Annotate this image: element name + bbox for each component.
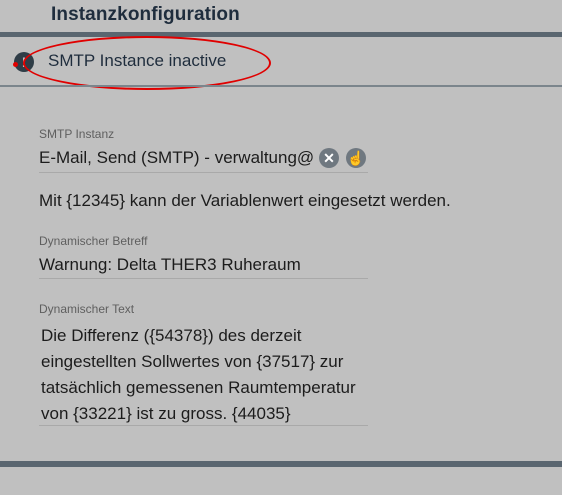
smtp-instance-field[interactable]: E-Mail, Send (SMTP) - verwaltung@i — [39, 148, 315, 168]
body-underline — [39, 425, 368, 426]
body-text-area[interactable]: Die Differenz ({54378}) des derzeit eing… — [41, 323, 371, 427]
page-title: Instanzkonfiguration — [51, 4, 240, 25]
subject-label: Dynamischer Betreff — [39, 234, 148, 248]
subject-underline — [39, 278, 368, 279]
smtp-instance-underline — [39, 172, 368, 173]
pointer-select-icon[interactable]: ☝ — [346, 148, 366, 168]
subject-field[interactable]: Warnung: Delta THER3 Ruheraum — [39, 255, 301, 275]
footer-divider — [0, 461, 562, 467]
body-line: tatsächlich gemessenen Raumtemperatur — [41, 378, 356, 397]
clear-icon[interactable]: ✕ — [319, 148, 339, 168]
body-line: eingestellten Sollwertes von {37517} zur — [41, 352, 344, 371]
header: Instanzkonfiguration — [0, 0, 562, 32]
body-line: Die Differenz ({54378}) des derzeit — [41, 326, 302, 345]
variable-hint: Mit {12345} kann der Variablenwert einge… — [39, 191, 451, 210]
body-label: Dynamischer Text — [39, 302, 135, 316]
status-divider — [0, 85, 562, 87]
smtp-instance-label: SMTP Instanz — [39, 127, 115, 141]
highlight-ellipse — [23, 36, 271, 90]
status-indicator-dot — [13, 62, 18, 67]
body-line: von {33221} ist zu gross. {44035} — [41, 404, 291, 423]
